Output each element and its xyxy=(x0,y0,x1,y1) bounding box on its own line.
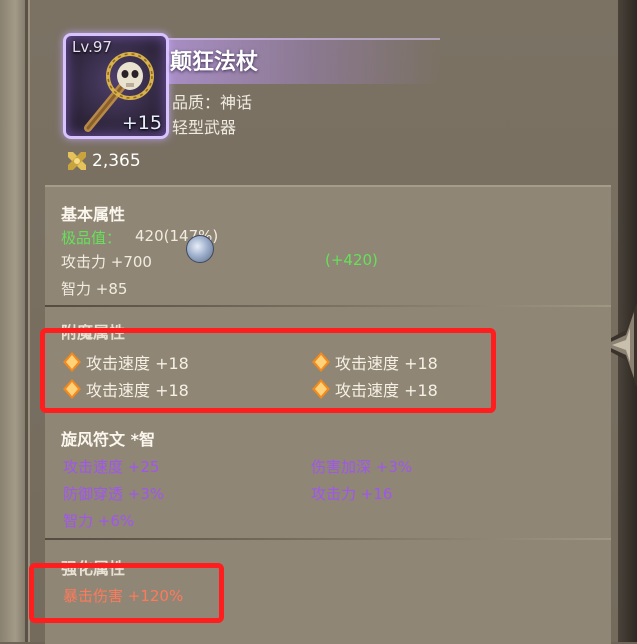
item-type: 轻型武器 xyxy=(172,118,237,137)
attack-stat: 攻击力 +700 xyxy=(61,253,152,271)
basic-attributes-title: 基本属性 xyxy=(61,205,126,224)
item-quality: 品质：神话 xyxy=(172,93,253,112)
item-icon-frame[interactable]: Lv.97 +15 xyxy=(63,33,169,139)
divider xyxy=(45,538,611,540)
power-score-value: 2,365 xyxy=(92,151,141,171)
item-level-label: Lv.97 xyxy=(72,38,112,56)
divider xyxy=(45,305,611,307)
highlight-box-enhance xyxy=(29,563,224,623)
attack-bonus: (+420) xyxy=(325,251,378,269)
rune-stat: 攻击力 +16 xyxy=(311,485,393,503)
rune-stat: 防御穿透 +3% xyxy=(63,485,165,503)
item-name: 颠狂法杖 xyxy=(170,50,259,75)
whirlwind-rune-icon xyxy=(186,235,214,263)
left-frame-edge xyxy=(0,0,28,642)
crossed-swords-score-icon xyxy=(68,152,86,170)
highlight-box-enchant xyxy=(40,328,496,413)
excellence-label: 极品值： xyxy=(61,229,122,247)
rune-title: 旋风符文 *智 xyxy=(61,430,155,449)
rune-stat: 攻击速度 +25 xyxy=(63,458,160,476)
rune-stat: 智力 +6% xyxy=(63,512,135,530)
rune-stat: 伤害加深 +3% xyxy=(311,458,413,476)
power-score: 2,365 xyxy=(66,149,141,173)
intellect-stat: 智力 +85 xyxy=(61,280,128,298)
item-enhance-label: +15 xyxy=(121,112,162,134)
